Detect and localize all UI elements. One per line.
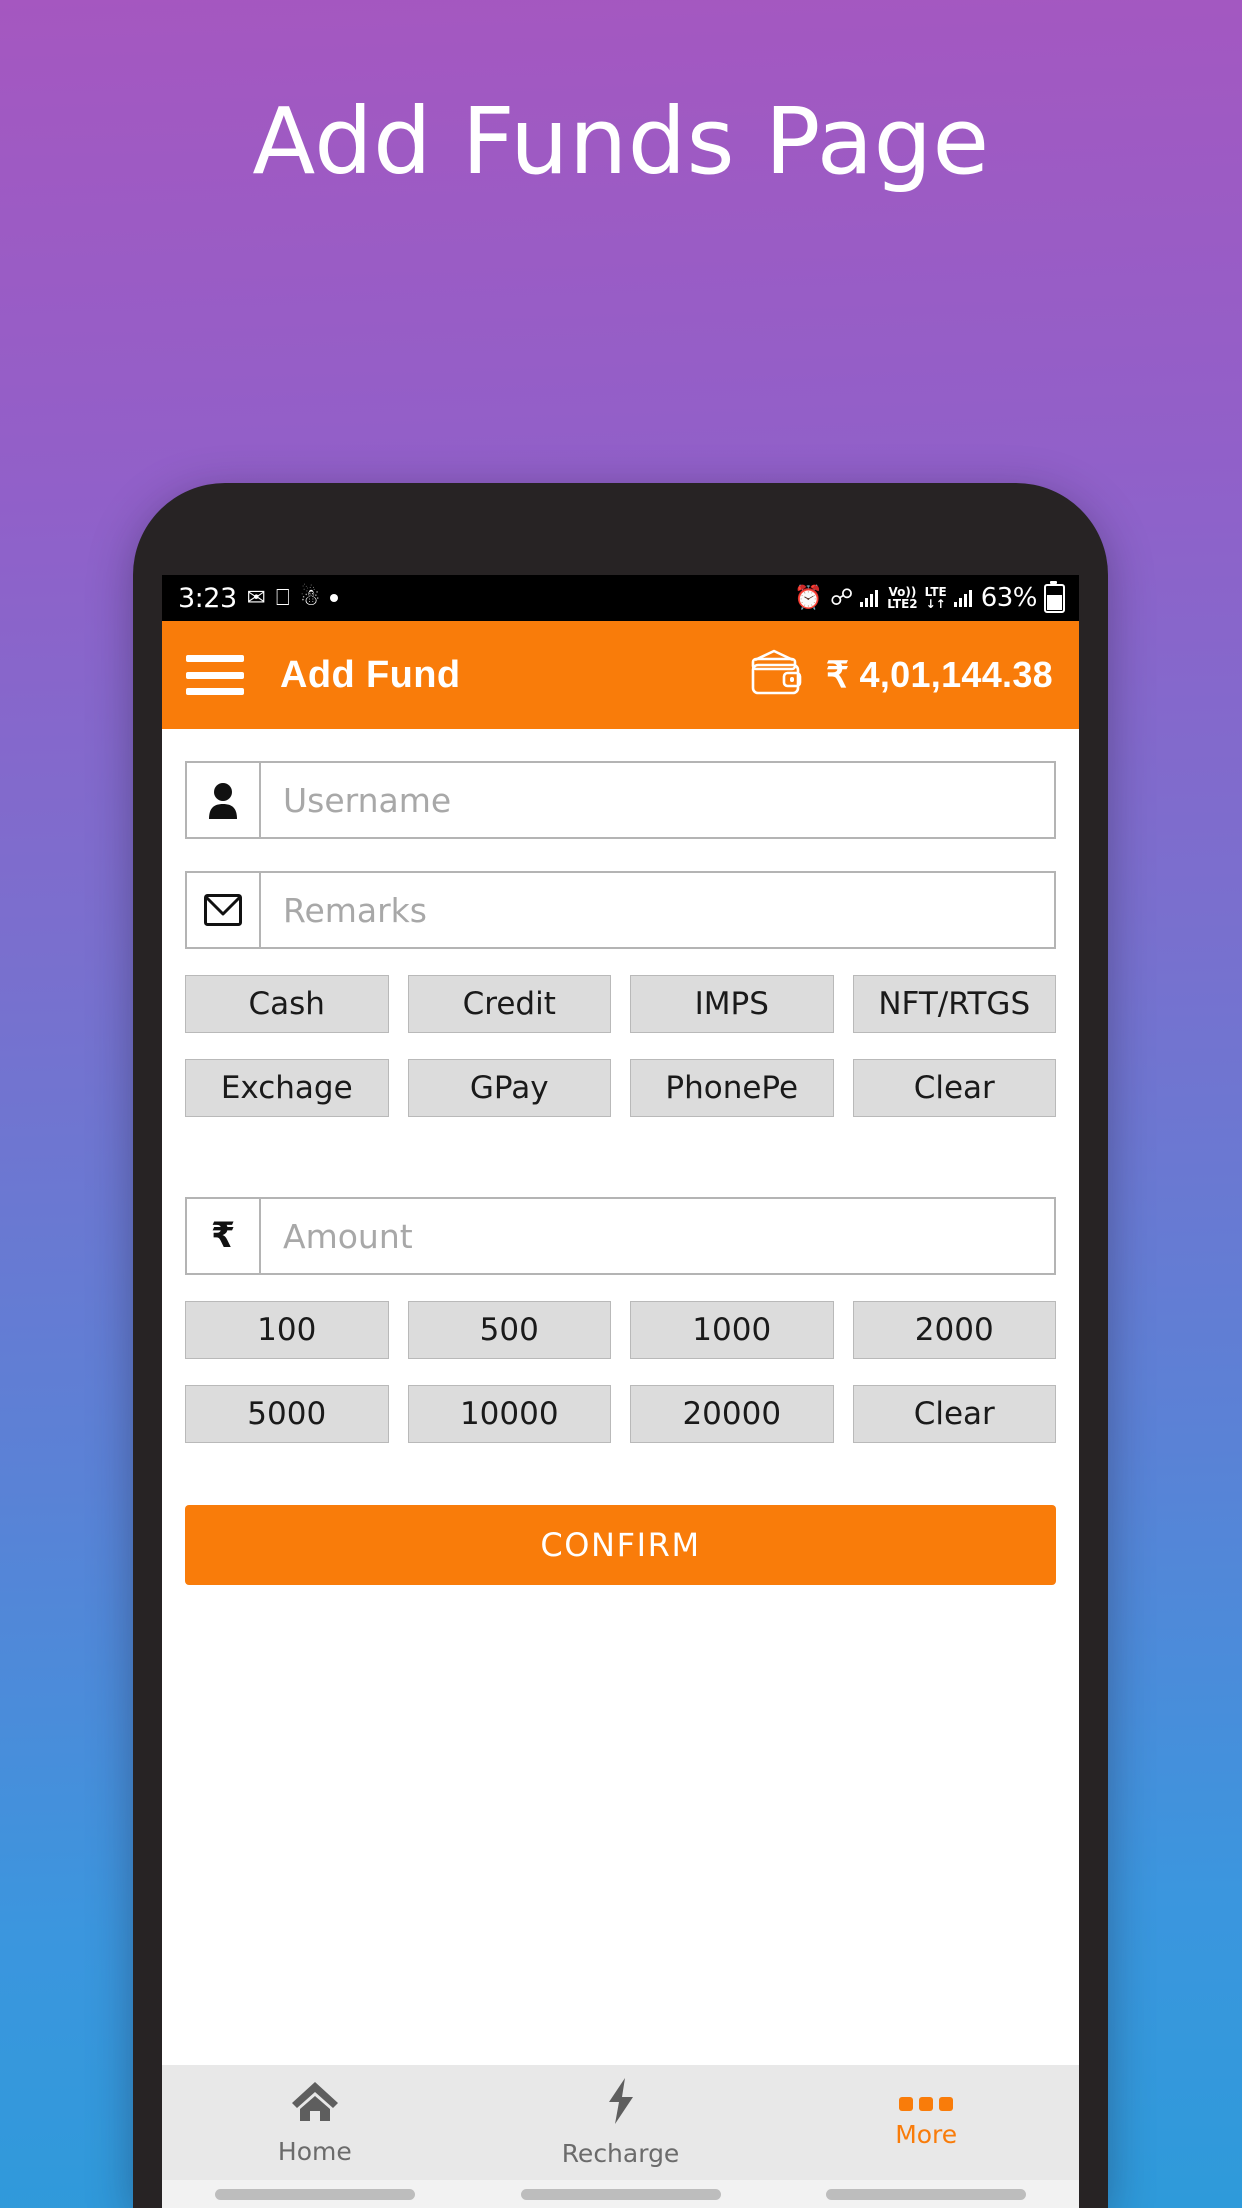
lte2-label: LTE2 [887,597,918,611]
nav-hint-recents[interactable] [773,2188,1079,2200]
phone-frame: 3:23 ✉ ⎕ ☃ ⏰ ☍ Vo)) LTE2 LTE ↓↑ 63% Add … [133,483,1108,2208]
username-field[interactable]: Username [185,761,1056,839]
form-content: Username Remarks Cash Credit IMPS NFT/RT… [162,761,1079,1585]
person-pin-icon: ☃ [299,584,321,611]
nav-label-home: Home [277,2137,352,2166]
phone-screen: 3:23 ✉ ⎕ ☃ ⏰ ☍ Vo)) LTE2 LTE ↓↑ 63% Add … [162,575,1079,2208]
amount-preset-20000[interactable]: 20000 [630,1385,834,1443]
person-icon [187,763,261,837]
nav-label-more: More [895,2119,958,2149]
data-arrows-icon: ↓↑ [925,597,946,611]
battery-icon [1044,580,1065,613]
bottom-navigation: Home Recharge More [162,2065,1079,2180]
bluetooth-icon: ☍ [829,584,854,611]
remarks-field[interactable]: Remarks [185,871,1056,949]
signal-bars-icon [860,589,880,607]
status-bar-left: 3:23 ✉ ⎕ ☃ [178,582,339,614]
hamburger-icon[interactable] [186,655,244,695]
amount-presets-row-1: 100 500 1000 2000 [185,1301,1056,1359]
wallet-balance: ₹ 4,01,144.38 [826,654,1053,696]
confirm-button[interactable]: CONFIRM [185,1505,1056,1585]
alarm-icon: ⏰ [794,584,823,611]
lte-icon: LTE ↓↑ [925,586,947,610]
amount-preset-1000[interactable]: 1000 [630,1301,834,1359]
nav-item-recharge[interactable]: Recharge [468,2077,774,2168]
nav-hint-home[interactable] [468,2188,774,2200]
envelope-icon [187,873,261,947]
amount-field[interactable]: ₹ Amount [185,1197,1056,1275]
payment-method-cash[interactable]: Cash [185,975,389,1033]
amount-preset-100[interactable]: 100 [185,1301,389,1359]
payment-method-nft-rtgs[interactable]: NFT/RTGS [852,975,1056,1033]
lightning-bolt-icon [603,2077,639,2130]
status-bar-clock: 3:23 [178,582,237,614]
dot-icon [330,594,339,602]
nav-hint-back[interactable] [162,2188,468,2200]
amount-preset-500[interactable]: 500 [407,1301,611,1359]
amount-presets-row-2: 5000 10000 20000 Clear [185,1385,1056,1443]
amount-preset-2000[interactable]: 2000 [852,1301,1056,1359]
payment-methods-row-2: Exchage GPay PhonePe Clear [185,1059,1056,1117]
app-bar: Add Fund ₹ 4,01,144.38 [162,621,1079,729]
home-icon [291,2079,339,2128]
android-nav-hints [162,2180,1079,2208]
wallet-balance-group[interactable]: ₹ 4,01,144.38 [748,648,1053,703]
laptop-icon: ⎕ [275,584,290,611]
rupee-glyph: ₹ [210,1216,236,1256]
nav-item-home[interactable]: Home [162,2079,468,2166]
payment-method-gpay[interactable]: GPay [407,1059,611,1117]
status-bar: 3:23 ✉ ⎕ ☃ ⏰ ☍ Vo)) LTE2 LTE ↓↑ 63% [162,575,1079,621]
payment-method-credit[interactable]: Credit [407,975,611,1033]
section-divider-space [185,1117,1056,1165]
nav-item-more[interactable]: More [773,2096,1079,2149]
amount-preset-10000[interactable]: 10000 [407,1385,611,1443]
page-title: Add Funds Page [252,88,990,195]
nav-label-recharge: Recharge [561,2139,680,2168]
rupee-icon: ₹ [187,1199,261,1273]
wallet-icon [748,648,808,703]
payment-method-clear[interactable]: Clear [852,1059,1056,1117]
status-bar-right: ⏰ ☍ Vo)) LTE2 LTE ↓↑ 63% [794,580,1065,613]
amount-preset-5000[interactable]: 5000 [185,1385,389,1443]
volte-icon: Vo)) LTE2 [887,586,917,610]
amount-input[interactable]: Amount [261,1199,1054,1273]
payment-method-exchage[interactable]: Exchage [185,1059,389,1117]
whatsapp-icon: ✉ [246,584,266,611]
payment-methods-row-1: Cash Credit IMPS NFT/RTGS [185,975,1056,1033]
balance-amount: 4,01,144.38 [859,654,1053,695]
battery-percent: 63% [980,583,1038,613]
signal-bars-2-icon [953,589,974,607]
amount-preset-clear[interactable]: Clear [852,1385,1056,1443]
payment-method-imps[interactable]: IMPS [630,975,834,1033]
currency-symbol: ₹ [825,654,850,695]
remarks-input[interactable]: Remarks [261,873,1054,947]
app-bar-title: Add Fund [280,653,461,696]
three-dots-icon [899,2096,954,2111]
payment-method-phonepe[interactable]: PhonePe [630,1059,834,1117]
username-input[interactable]: Username [261,763,1054,837]
